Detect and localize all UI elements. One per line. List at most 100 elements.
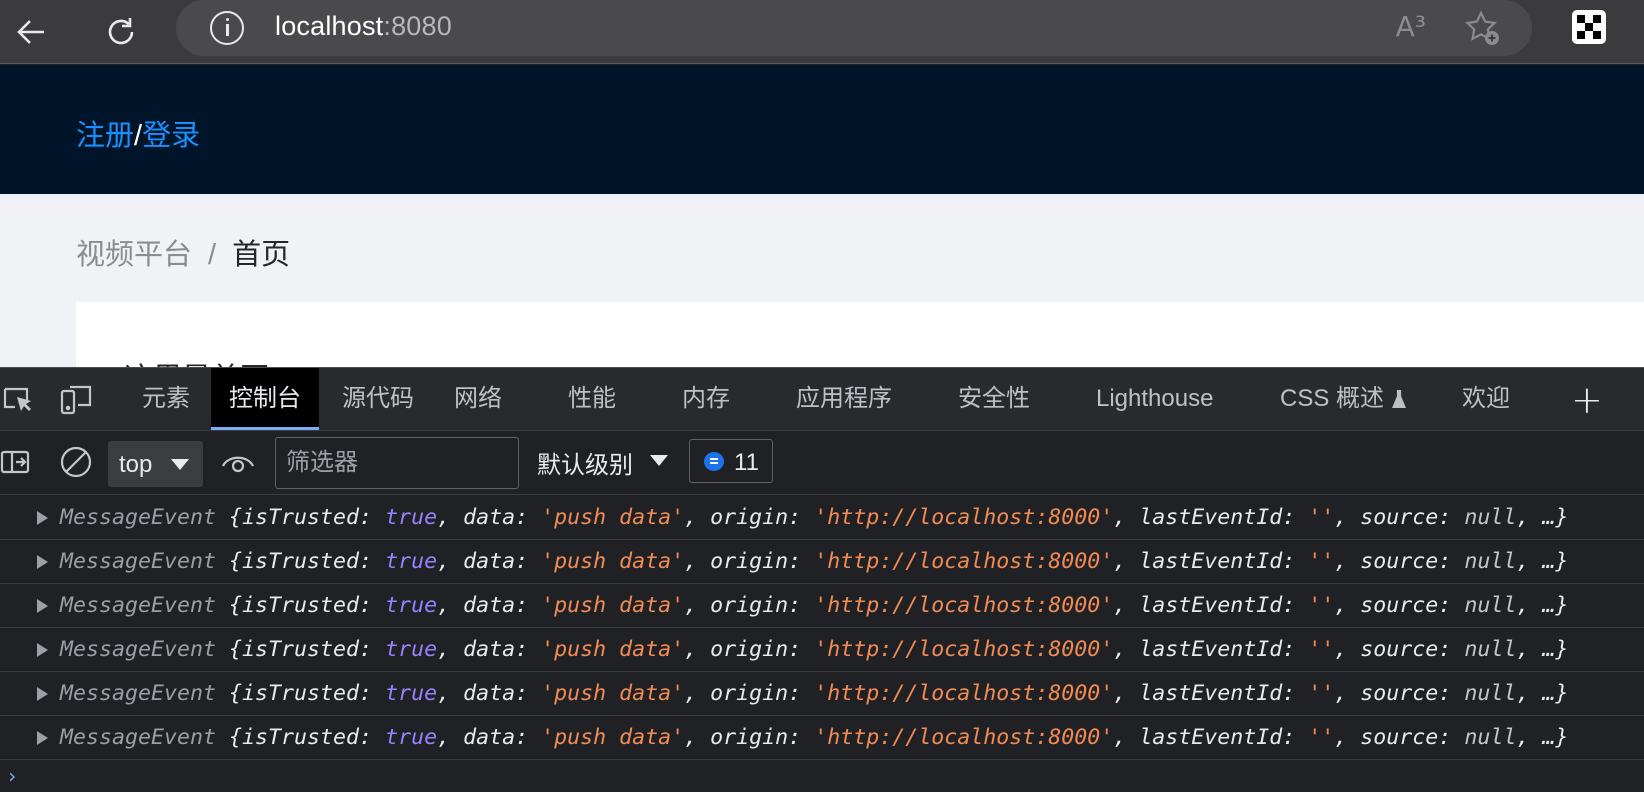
console-log-row[interactable]: MessageEvent {isTrusted: true, data: 'pu… [0, 584, 1644, 628]
console-log-row[interactable]: MessageEvent {isTrusted: true, data: 'pu… [0, 540, 1644, 584]
url-text[interactable]: localhost:8080 [275, 11, 452, 42]
log-istrusted: true [385, 593, 438, 618]
console-toolbar: top 默认级别 11 [0, 431, 1644, 495]
log-origin: 'http://localhost:8000' [814, 549, 1114, 574]
tab-performance[interactable]: 性能 [550, 368, 634, 430]
welcome-text: 这里是首页 [124, 355, 269, 367]
log-message: MessageEvent {isTrusted: true, data: 'pu… [60, 637, 1569, 662]
log-message: MessageEvent {isTrusted: true, data: 'pu… [60, 681, 1569, 706]
live-expression-eye-icon[interactable] [220, 446, 256, 478]
log-source: null [1464, 725, 1517, 750]
expand-triangle-icon[interactable] [37, 599, 48, 613]
clear-console-icon[interactable] [58, 444, 94, 480]
log-type: MessageEvent [60, 593, 217, 618]
tab-css-overview[interactable]: CSS 概述 [1262, 368, 1424, 430]
expand-triangle-icon[interactable] [37, 555, 48, 569]
console-log-row[interactable]: MessageEvent {isTrusted: true, data: 'pu… [0, 716, 1644, 760]
log-data: 'push data' [541, 725, 685, 750]
log-source: null [1464, 505, 1517, 530]
url-port: :8080 [383, 11, 452, 41]
expand-triangle-icon[interactable] [37, 643, 48, 657]
console-log-row[interactable]: MessageEvent {isTrusted: true, data: 'pu… [0, 672, 1644, 716]
log-data: 'push data' [541, 681, 685, 706]
console-log-row[interactable]: MessageEvent {isTrusted: true, data: 'pu… [0, 496, 1644, 540]
add-favorite-icon[interactable] [1462, 8, 1502, 53]
browser-toolbar: localhost:8080 A³ [0, 0, 1644, 64]
experiment-flask-icon [1392, 390, 1407, 408]
content-card: 这里是首页 [76, 302, 1644, 367]
log-data: 'push data' [541, 505, 685, 530]
device-toolbar-icon[interactable] [58, 382, 94, 416]
message-bubble-icon [704, 452, 724, 471]
tab-elements[interactable]: 元素 [124, 368, 208, 430]
log-lasteventid: '' [1308, 725, 1335, 750]
devtools-tabbar: 元素 控制台 源代码 网络 性能 内存 应用程序 安全性 Lighthouse … [0, 368, 1644, 431]
chevron-down-icon [171, 459, 189, 470]
log-lasteventid: '' [1308, 637, 1335, 662]
log-message: MessageEvent {isTrusted: true, data: 'pu… [60, 505, 1569, 530]
log-origin: 'http://localhost:8000' [814, 681, 1114, 706]
log-lasteventid: '' [1308, 593, 1335, 618]
read-aloud-icon[interactable]: A³ [1396, 10, 1426, 43]
breadcrumb-current: 首页 [232, 239, 291, 271]
profile-icon[interactable] [1572, 10, 1606, 44]
more-tools-plus-icon[interactable]: + [1571, 381, 1603, 419]
inspect-element-icon[interactable] [0, 382, 34, 416]
log-istrusted: true [385, 549, 438, 574]
expand-triangle-icon[interactable] [37, 687, 48, 701]
log-source: null [1464, 549, 1517, 574]
filter-input[interactable] [275, 437, 519, 489]
back-icon[interactable] [6, 6, 58, 58]
log-data: 'push data' [541, 637, 685, 662]
tab-welcome[interactable]: 欢迎 [1444, 368, 1528, 430]
message-count: 11 [734, 449, 759, 476]
log-levels-dropdown[interactable]: 默认级别 [537, 445, 668, 480]
chevron-down-icon [650, 455, 668, 466]
log-type: MessageEvent [60, 681, 217, 706]
log-origin: 'http://localhost:8000' [814, 505, 1114, 530]
context-select[interactable]: top [108, 441, 203, 487]
tab-application[interactable]: 应用程序 [778, 368, 910, 430]
log-lasteventid: '' [1308, 549, 1335, 574]
breadcrumb-separator: / [208, 239, 217, 271]
site-info-icon[interactable] [210, 11, 244, 45]
sidebar-toggle-icon[interactable] [0, 446, 32, 478]
log-message: MessageEvent {isTrusted: true, data: 'pu… [60, 549, 1569, 574]
log-message: MessageEvent {isTrusted: true, data: 'pu… [60, 725, 1569, 750]
tab-sources[interactable]: 源代码 [324, 368, 432, 430]
log-type: MessageEvent [60, 725, 217, 750]
message-count-button[interactable]: 11 [689, 439, 773, 483]
log-lasteventid: '' [1308, 681, 1335, 706]
breadcrumb-root[interactable]: 视频平台 [76, 239, 192, 271]
log-source: null [1464, 637, 1517, 662]
log-type: MessageEvent [60, 549, 217, 574]
register-link[interactable]: 注册 [76, 120, 134, 152]
login-link[interactable]: 登录 [142, 120, 200, 152]
expand-triangle-icon[interactable] [37, 731, 48, 745]
log-source: null [1464, 681, 1517, 706]
auth-links: 注册/登录 [76, 112, 200, 154]
url-host: localhost [275, 11, 384, 41]
log-type: MessageEvent [60, 505, 217, 530]
tab-css-overview-label: CSS 概述 [1280, 385, 1385, 412]
context-value: top [119, 451, 153, 478]
web-page: 注册/登录 视频平台 / 首页 这里是首页 [0, 65, 1644, 367]
tab-security[interactable]: 安全性 [940, 368, 1048, 430]
console-output: › MessageEvent {isTrusted: true, data: '… [0, 496, 1644, 792]
tab-memory[interactable]: 内存 [664, 368, 748, 430]
log-origin: 'http://localhost:8000' [814, 593, 1114, 618]
address-bar[interactable]: localhost:8080 A³ [176, 0, 1532, 56]
expand-triangle-icon[interactable] [37, 511, 48, 525]
console-log-row[interactable]: MessageEvent {isTrusted: true, data: 'pu… [0, 628, 1644, 672]
tab-network[interactable]: 网络 [436, 368, 520, 430]
reload-icon[interactable] [95, 6, 147, 58]
log-istrusted: true [385, 505, 438, 530]
devtools-panel: 元素 控制台 源代码 网络 性能 内存 应用程序 安全性 Lighthouse … [0, 367, 1644, 792]
console-prompt-icon[interactable]: › [6, 764, 18, 788]
log-origin: 'http://localhost:8000' [814, 637, 1114, 662]
log-type: MessageEvent [60, 637, 217, 662]
log-lasteventid: '' [1308, 505, 1335, 530]
log-istrusted: true [385, 637, 438, 662]
tab-lighthouse[interactable]: Lighthouse [1078, 368, 1231, 430]
tab-console[interactable]: 控制台 [211, 368, 319, 430]
